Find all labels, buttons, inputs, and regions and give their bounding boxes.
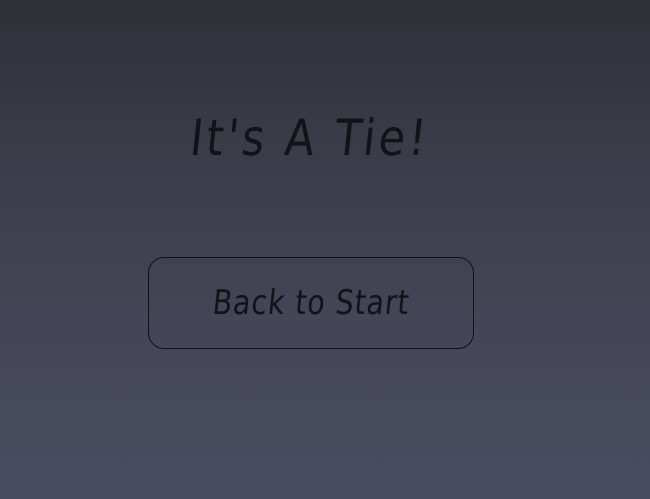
game-over-screen: It's A Tie! Back to Start — [0, 0, 650, 499]
back-to-start-button[interactable]: Back to Start — [148, 257, 474, 349]
result-title: It's A Tie! — [187, 109, 433, 167]
back-to-start-label: Back to Start — [210, 283, 412, 323]
